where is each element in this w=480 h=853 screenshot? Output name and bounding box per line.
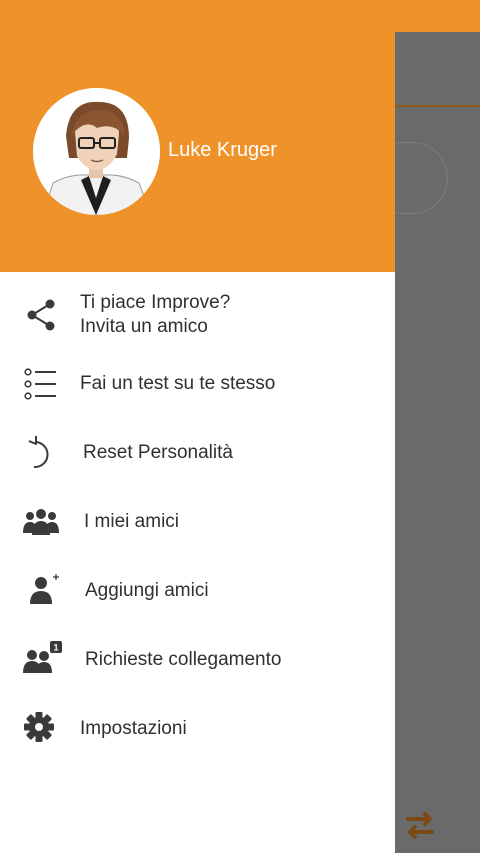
- navigation-drawer: Luke Kruger Ti piace Improve? Invita un …: [0, 0, 395, 853]
- list-icon: [24, 368, 56, 400]
- menu-item-requests-label: Richieste collegamento: [85, 649, 282, 670]
- menu-item-invite-line2: Invita un amico: [80, 316, 208, 337]
- gear-icon: [24, 712, 54, 742]
- friends-icon: [23, 509, 59, 535]
- add-friend-icon: [30, 574, 59, 604]
- avatar[interactable]: [33, 88, 160, 215]
- drawer-header: Luke Kruger: [0, 0, 395, 272]
- requests-icon: 1: [23, 641, 62, 673]
- menu-item-friends-label: I miei amici: [84, 511, 180, 532]
- menu-item-reset-personality[interactable]: Reset Personalità: [0, 423, 395, 483]
- reset-icon: [28, 436, 49, 469]
- share-icon: [27, 299, 55, 331]
- swap-icon[interactable]: [400, 805, 440, 845]
- menu-item-invite-friend[interactable]: Ti piace Improve? Invita un amico: [0, 286, 395, 346]
- menu-item-settings[interactable]: Impostazioni: [0, 699, 395, 759]
- menu-item-invite-line1: Ti piace Improve?: [80, 292, 231, 313]
- menu-item-connection-requests[interactable]: 1 Richieste collegamento: [0, 630, 395, 690]
- menu-item-add-friends[interactable]: Aggiungi amici: [0, 561, 395, 621]
- request-count-badge: 1: [53, 643, 58, 653]
- menu-item-my-friends[interactable]: I miei amici: [0, 492, 395, 552]
- avatar-illustration: [33, 88, 160, 215]
- menu-item-settings-label: Impostazioni: [80, 718, 187, 739]
- menu-item-take-test-label: Fai un test su te stesso: [80, 373, 276, 394]
- menu-item-take-test[interactable]: Fai un test su te stesso: [0, 354, 395, 414]
- background-toolbar-divider: [395, 105, 480, 107]
- menu-item-reset-label: Reset Personalità: [83, 442, 233, 463]
- user-name[interactable]: Luke Kruger: [168, 139, 277, 162]
- menu-item-add-friends-label: Aggiungi amici: [85, 580, 209, 601]
